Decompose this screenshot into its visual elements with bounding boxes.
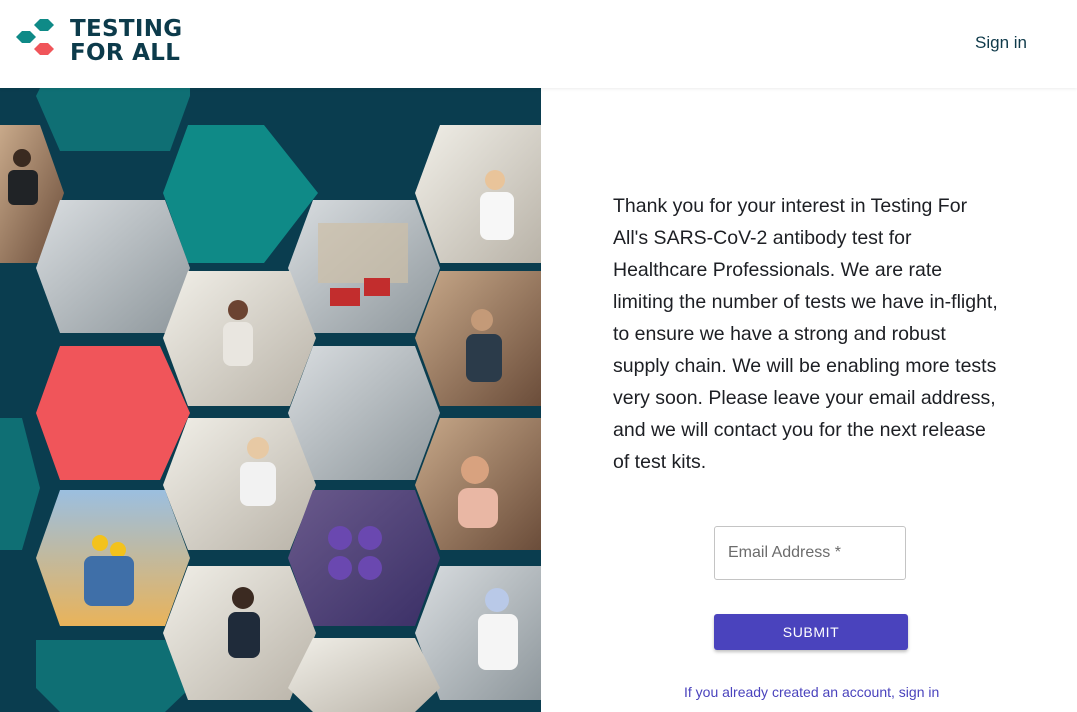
- logo[interactable]: TESTING FOR ALL: [16, 17, 186, 67]
- intro-message: Thank you for your interest in Testing F…: [613, 195, 998, 473]
- header: TESTING FOR ALL Sign in: [0, 0, 1077, 88]
- logo-hexagons-icon: [16, 19, 54, 55]
- header-sign-in-link[interactable]: Sign in: [975, 33, 1027, 53]
- email-field[interactable]: Email Address *: [714, 526, 906, 580]
- logo-text: TESTING FOR ALL: [70, 17, 182, 65]
- logo-line-1: TESTING: [70, 16, 183, 42]
- existing-account-sign-in-link[interactable]: If you already created an account, sign …: [684, 684, 939, 700]
- hero-collage: [0, 88, 541, 712]
- main-content: Thank you for your interest in Testing F…: [541, 88, 1077, 712]
- logo-line-2: FOR ALL: [70, 40, 181, 66]
- hexagon-collage-image: [0, 88, 541, 712]
- email-input[interactable]: [715, 527, 905, 579]
- submit-button[interactable]: SUBMIT: [714, 614, 908, 650]
